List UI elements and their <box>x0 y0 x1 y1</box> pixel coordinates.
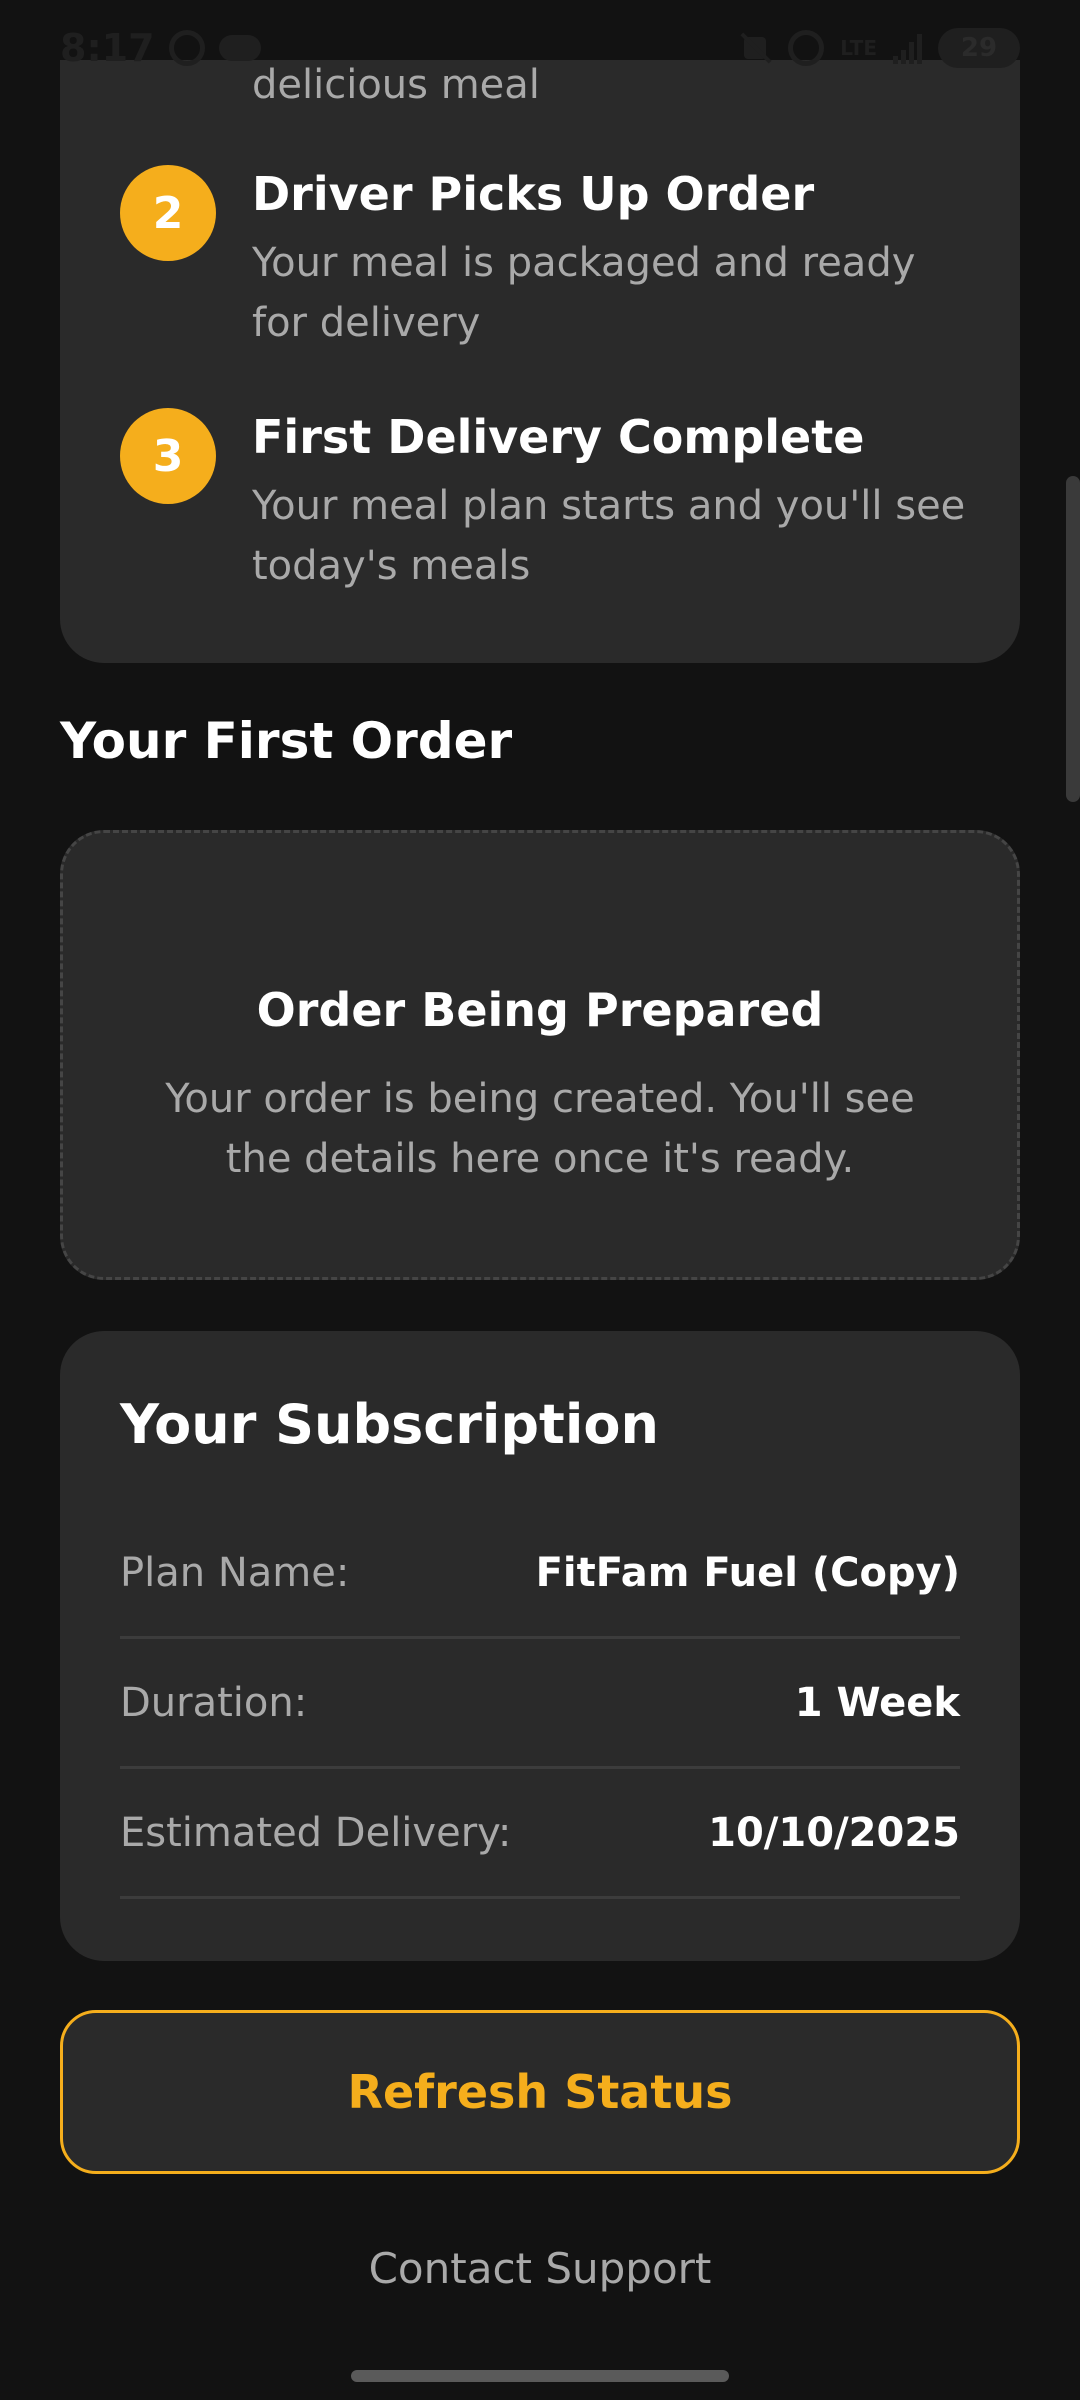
subscription-title: Your Subscription <box>120 1393 659 1456</box>
step-description: Your meal is packaged and ready for deli… <box>252 240 916 346</box>
estimated-delivery-label: Estimated Delivery: <box>120 1809 512 1856</box>
order-status-title: Order Being Prepared <box>256 983 824 1037</box>
whatsapp-icon <box>168 30 205 66</box>
battery-level: 29 <box>960 33 998 63</box>
order-preparing-card: Order Being Prepared Your order is being… <box>60 830 1020 1280</box>
lte-label: LTE <box>840 36 877 60</box>
order-status-description: Your order is being created. You'll see … <box>165 1076 915 1182</box>
step-number: 3 <box>152 430 184 482</box>
step-title: Driver Picks Up Order <box>252 167 815 221</box>
estimated-delivery-value: 10/10/2025 <box>708 1809 960 1856</box>
step-title: First Delivery Complete <box>252 410 865 464</box>
cloud-icon <box>218 35 261 61</box>
step-description: Your meal plan starts and you'll see tod… <box>252 483 966 589</box>
step-number-badge: 3 <box>120 408 216 504</box>
subscription-row-plan: Plan Name: FitFam Fuel (Copy) <box>120 1509 960 1639</box>
status-right: LTE 29 <box>738 28 1020 68</box>
signal-icon <box>893 32 922 64</box>
scrollbar[interactable] <box>1066 476 1080 802</box>
duration-value: 1 Week <box>794 1679 960 1726</box>
duration-label: Duration: <box>120 1679 308 1726</box>
status-time: 8:17 <box>60 26 155 70</box>
home-indicator[interactable] <box>351 2370 729 2382</box>
contact-support-link[interactable]: Contact Support <box>0 2244 1080 2293</box>
mute-icon <box>738 31 772 65</box>
refresh-status-button[interactable]: Refresh Status <box>60 2010 1020 2174</box>
subscription-card: Your Subscription Plan Name: FitFam Fuel… <box>60 1331 1020 1961</box>
step-number-badge: 2 <box>120 165 216 261</box>
subscription-row-duration: Duration: 1 Week <box>120 1639 960 1769</box>
subscription-row-delivery: Estimated Delivery: 10/10/2025 <box>120 1769 960 1899</box>
battery-icon: 29 <box>938 28 1020 68</box>
status-left: 8:17 <box>60 26 261 70</box>
first-order-heading: Your First Order <box>60 712 513 770</box>
status-bar: 8:17 LTE 29 <box>0 0 1080 96</box>
hotspot-icon <box>788 30 825 66</box>
steps-card: delicious meal 2 Driver Picks Up Order Y… <box>60 60 1020 663</box>
plan-name-value: FitFam Fuel (Copy) <box>535 1549 960 1596</box>
step-number: 2 <box>152 187 184 239</box>
plan-name-label: Plan Name: <box>120 1549 350 1596</box>
refresh-status-label: Refresh Status <box>347 2065 733 2119</box>
